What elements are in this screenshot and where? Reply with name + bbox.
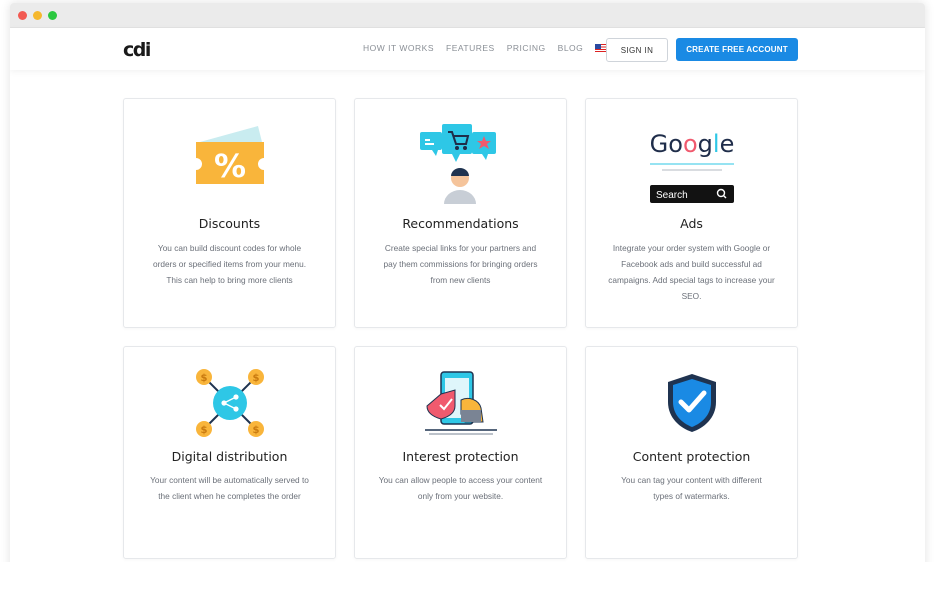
share-distribution-icon: $ $ $ $ bbox=[195, 369, 264, 437]
nav-how-it-works[interactable]: HOW IT WORKS bbox=[363, 43, 434, 53]
feature-title: Discounts bbox=[198, 216, 261, 231]
shield-check-icon bbox=[667, 374, 716, 432]
feature-card-content-protection: Content protection You can tag your cont… bbox=[585, 346, 798, 559]
feature-description: You can allow people to access your cont… bbox=[378, 475, 543, 501]
page-bottom bbox=[0, 562, 937, 600]
browser-window: cdi HOW IT WORKS FEATURES PRICING BLOG ▼… bbox=[10, 3, 925, 600]
nav-blog[interactable]: BLOG bbox=[558, 43, 584, 53]
create-account-button[interactable]: CREATE FREE ACCOUNT bbox=[676, 38, 798, 61]
feature-description: Create special links for your partners a… bbox=[383, 243, 538, 285]
svg-text:$: $ bbox=[252, 425, 259, 436]
phone-protection-icon bbox=[424, 371, 497, 435]
recommendation-person-icon bbox=[419, 124, 496, 204]
minimize-window-dot[interactable] bbox=[33, 10, 42, 20]
site-header: cdi HOW IT WORKS FEATURES PRICING BLOG ▼… bbox=[10, 28, 925, 70]
feature-card-recommendations: Recommendations Create special links for… bbox=[354, 98, 567, 328]
svg-text:$: $ bbox=[200, 373, 207, 384]
sign-in-button[interactable]: SIGN IN bbox=[606, 38, 668, 62]
feature-title: Ads bbox=[680, 216, 703, 231]
svg-text:$: $ bbox=[252, 373, 259, 384]
close-window-dot[interactable] bbox=[18, 10, 27, 20]
feature-title: Digital distribution bbox=[171, 449, 288, 464]
nav-pricing[interactable]: PRICING bbox=[507, 43, 546, 53]
feature-title: Interest protection bbox=[402, 449, 519, 464]
site-logo[interactable]: cdi bbox=[123, 39, 151, 61]
feature-card-discounts: % Discounts You can build discount codes… bbox=[123, 98, 336, 328]
feature-card-ads: Google Search Ads Integrate your order s… bbox=[585, 98, 798, 328]
maximize-window-dot[interactable] bbox=[48, 10, 57, 20]
feature-card-digital-distribution: $ $ $ $ Digital distribution Your conten… bbox=[123, 346, 336, 559]
google-wordmark: Google bbox=[649, 130, 734, 158]
feature-description: Integrate your order system with Google … bbox=[608, 243, 775, 301]
feature-card-interest-protection: Interest protection You can allow people… bbox=[354, 346, 567, 559]
feature-title: Content protection bbox=[632, 449, 751, 464]
feature-description: Your content will be automatically serve… bbox=[150, 475, 309, 501]
nav-features[interactable]: FEATURES bbox=[446, 43, 495, 53]
feature-description: You can tag your content with different … bbox=[621, 475, 762, 501]
feature-description: You can build discount codes for whole o… bbox=[152, 243, 307, 285]
window-titlebar bbox=[10, 3, 925, 28]
svg-text:Search: Search bbox=[656, 190, 688, 201]
feature-title: Recommendations bbox=[402, 216, 519, 231]
main-nav: HOW IT WORKS FEATURES PRICING BLOG ▼ bbox=[363, 43, 616, 53]
google-search-icon: Google Search bbox=[649, 130, 734, 203]
discount-ticket-icon: % bbox=[195, 126, 264, 185]
svg-text:%: % bbox=[213, 147, 245, 185]
svg-text:$: $ bbox=[200, 425, 207, 436]
